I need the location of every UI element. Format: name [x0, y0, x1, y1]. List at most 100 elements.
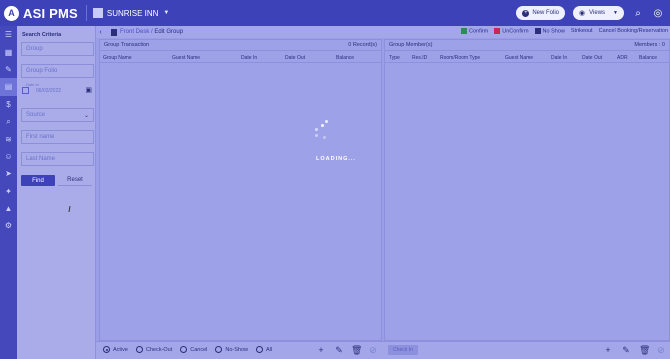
spinner-dot: [321, 124, 324, 127]
divider: [85, 5, 87, 21]
hotel-name: SUNRISE INN: [106, 8, 159, 18]
new-folio-button[interactable]: + New Folio: [516, 6, 566, 20]
column-header[interactable]: Date Out: [582, 55, 602, 61]
filter-check-out[interactable]: Check-Out: [135, 346, 173, 353]
status-legend: Confirm UnConfirm No Show Strikeout Canc…: [460, 28, 668, 35]
app-name: ASI PMS: [23, 5, 78, 21]
filter-label: Active: [113, 346, 128, 353]
dashboard-icon[interactable]: ▦: [0, 43, 17, 60]
filter-cancel[interactable]: Cancel: [180, 346, 207, 353]
chevron-down-icon: ⌄: [83, 113, 89, 119]
hotel-icon: [92, 8, 103, 18]
column-header[interactable]: Res.ID: [412, 55, 427, 61]
new-folio-label: New Folio: [532, 10, 560, 16]
add-member-icon[interactable]: +: [603, 345, 613, 355]
chevron-down-icon: ▼: [163, 10, 170, 16]
spinner-dot: [325, 120, 328, 123]
confirm-swatch: [460, 28, 467, 34]
eye-icon: ◉: [579, 10, 586, 17]
search-criteria-title: Search Criteria: [22, 32, 62, 38]
filter-label: Check-Out: [145, 346, 173, 353]
user-icon[interactable]: ◎: [652, 8, 664, 19]
column-header[interactable]: ADR: [617, 55, 628, 61]
date-in-checkbox[interactable]: [22, 87, 29, 94]
filter-label: All: [266, 346, 273, 353]
spinner-dot: [315, 128, 318, 131]
sales-icon[interactable]: ➤: [0, 165, 17, 182]
mouse-cursor: [68, 206, 74, 212]
radio-icon: [180, 346, 188, 353]
delete-icon[interactable]: 🗑: [351, 345, 362, 356]
page-icon: [111, 28, 117, 36]
logo-mark-icon: A: [4, 5, 19, 21]
filter-no-show[interactable]: No-Show: [215, 346, 248, 353]
member-count: Members : 0: [634, 42, 665, 48]
tools-icon[interactable]: ✦: [0, 183, 17, 200]
breadcrumb-bar: ‹ Front Desk / Edit Group Confirm UnConf…: [96, 26, 670, 38]
legend-label: No Show: [542, 28, 565, 35]
app-logo[interactable]: A ASI PMS: [4, 5, 78, 21]
search-icon[interactable]: ⌕: [0, 113, 17, 130]
group-input[interactable]: Group: [21, 42, 94, 56]
panel-title: Group Transaction: [104, 42, 150, 48]
delete-member-icon[interactable]: 🗑: [639, 345, 650, 356]
legend-unconfirm: UnConfirm: [494, 28, 529, 34]
status-filter: Active Check-Out Cancel No-Show All: [103, 346, 272, 353]
add-icon[interactable]: +: [316, 345, 326, 355]
radio-icon: [256, 346, 264, 353]
column-header[interactable]: Room/Room Type: [440, 55, 480, 61]
panel-header: Group Transaction 0 Record(s): [100, 40, 381, 51]
filter-active[interactable]: Active: [103, 346, 128, 353]
guest-icon[interactable]: ☺: [0, 148, 17, 165]
column-header[interactable]: Date In: [551, 55, 567, 61]
legend-strikeout: Strikeout: [570, 28, 593, 35]
search-icon[interactable]: ⌕: [632, 8, 644, 19]
panel-header: Group Member(s) Members : 0: [385, 40, 669, 51]
calendar-icon[interactable]: ▣: [85, 86, 92, 94]
radio-icon: [135, 346, 143, 353]
menu-icon[interactable]: ☰: [0, 26, 17, 43]
spinner-dot: [323, 136, 326, 139]
filter-all[interactable]: All: [256, 346, 272, 353]
views-button[interactable]: ◉ Views ▼: [573, 6, 624, 20]
column-header[interactable]: Group Name: [103, 55, 132, 61]
first-name-input[interactable]: First name: [21, 130, 94, 144]
no-show-swatch: [534, 28, 541, 34]
group-folio-input[interactable]: Group Folio: [21, 64, 94, 78]
loading-text: LOADING...: [316, 156, 356, 162]
breadcrumb-current: Edit Group: [154, 29, 184, 35]
cashier-icon[interactable]: $: [0, 96, 17, 113]
panel-title: Group Member(s): [389, 42, 433, 48]
forbidden-icon[interactable]: ⊘: [368, 345, 378, 356]
top-bar: A ASI PMS SUNRISE INN ▼ + New Folio ◉ Vi…: [0, 0, 670, 26]
column-header[interactable]: Guest Name: [172, 55, 200, 61]
column-header[interactable]: Guest Name: [505, 55, 533, 61]
reports-icon[interactable]: ▲: [0, 200, 17, 217]
legend-label: Confirm: [468, 28, 489, 35]
source-select[interactable]: Source ⌄: [21, 108, 94, 122]
front-desk-icon[interactable]: ▤: [0, 78, 17, 96]
reset-button[interactable]: Reset: [58, 175, 92, 186]
last-name-input[interactable]: Last Name: [21, 152, 94, 166]
table-header: Group Name Guest Name Date In Date Out B…: [100, 51, 381, 63]
column-header[interactable]: Balance: [336, 55, 354, 61]
edit-icon[interactable]: ✎: [334, 345, 344, 356]
column-header[interactable]: Date In: [241, 55, 257, 61]
find-button[interactable]: Find: [21, 175, 55, 186]
edit-member-icon[interactable]: ✎: [621, 345, 631, 356]
table-header: Type Res.ID Room/Room Type Guest Name Da…: [385, 51, 669, 63]
date-in-value[interactable]: 06/03/2022: [36, 88, 61, 94]
check-in-button[interactable]: Check In: [388, 345, 418, 355]
column-header[interactable]: Balance: [639, 55, 657, 61]
column-header[interactable]: Date Out: [285, 55, 305, 61]
radio-icon: [215, 346, 223, 353]
nav-rail: ☰ ▦ ✎ ▤ $ ⌕ ≋ ☺ ➤ ✦ ▲ ⚙: [0, 26, 17, 359]
housekeeping-icon[interactable]: ≋: [0, 130, 17, 147]
collapse-panel-icon[interactable]: ‹: [96, 29, 105, 36]
reservation-icon[interactable]: ✎: [0, 61, 17, 78]
forbidden-icon[interactable]: ⊘: [656, 345, 666, 356]
column-header[interactable]: Type: [389, 55, 400, 61]
hotel-selector[interactable]: SUNRISE INN ▼: [92, 8, 170, 18]
settings-icon[interactable]: ⚙: [0, 217, 17, 234]
breadcrumb-parent[interactable]: Front Desk: [120, 29, 149, 35]
